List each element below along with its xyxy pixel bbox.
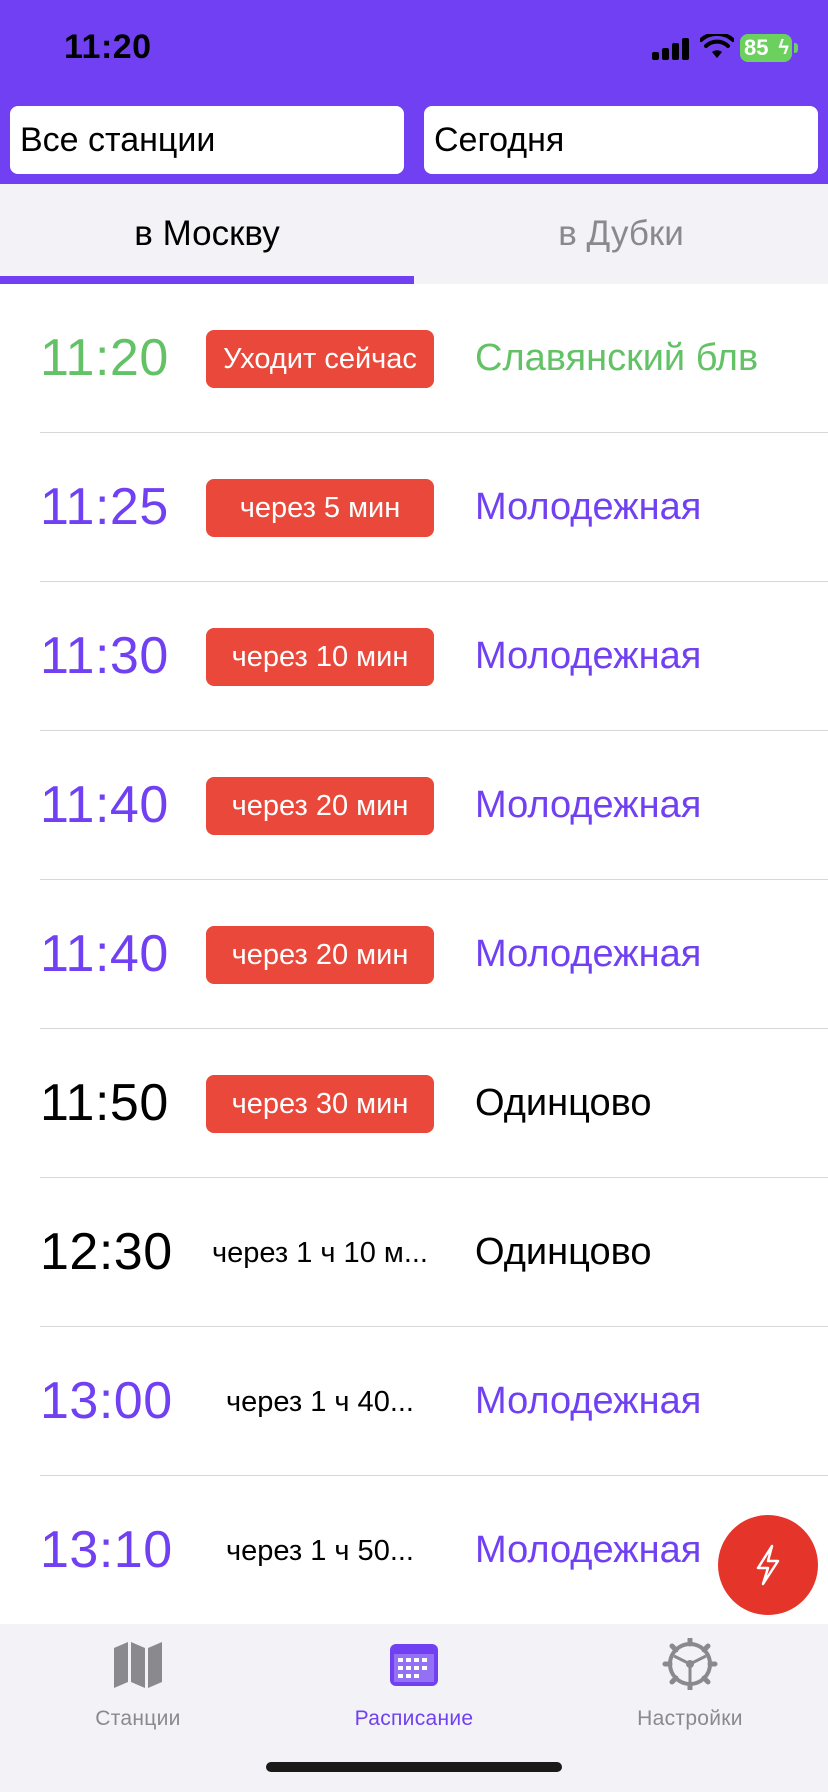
departure-time: 11:40	[40, 925, 169, 983]
header: 11:20 85 ϟ Все станции Сегодня	[0, 0, 828, 184]
departure-row[interactable]: 11:20 Уходит сейчас Славянский блв	[0, 284, 828, 433]
status-bar-time: 11:20	[64, 28, 152, 66]
departure-countdown-badge: через 20 мин	[206, 926, 434, 984]
home-indicator[interactable]	[266, 1762, 562, 1772]
departure-countdown-badge: через 1 ч 40...	[226, 1386, 414, 1418]
departure-row[interactable]: 11:40 через 20 мин Молодежная	[0, 880, 828, 1029]
tab-bar-settings[interactable]: Настройки	[552, 1636, 828, 1731]
tab-to-moscow[interactable]: в Москву	[0, 184, 414, 284]
departure-countdown-badge: через 10 мин	[206, 628, 434, 686]
departure-countdown-badge: через 20 мин	[206, 777, 434, 835]
battery-icon: 85 ϟ	[740, 34, 798, 62]
wifi-icon	[700, 34, 734, 58]
departure-destination: Молодежная	[475, 486, 702, 528]
departure-countdown-badge: Уходит сейчас	[206, 330, 434, 388]
tab-bar-schedule-label: Расписание	[354, 1707, 474, 1730]
departure-row[interactable]: 12:30 через 1 ч 10 м... Одинцово	[0, 1178, 828, 1327]
departure-destination: Одинцово	[475, 1231, 652, 1273]
departure-time: 11:20	[40, 329, 169, 387]
quick-action-button[interactable]	[718, 1515, 818, 1615]
departure-row[interactable]: 13:10 через 1 ч 50... Молодежная	[0, 1476, 828, 1624]
departure-row[interactable]: 11:30 через 10 мин Молодежная	[0, 582, 828, 731]
departure-countdown-badge: через 1 ч 50...	[226, 1535, 414, 1567]
departure-destination: Молодежная	[475, 933, 702, 975]
schedule-screen: 11:20 85 ϟ Все станции Сегодня в Москву в…	[0, 0, 828, 1792]
departure-row[interactable]: 11:40 через 20 мин Молодежная	[0, 731, 828, 880]
departure-countdown-badge: через 1 ч 10 м...	[212, 1237, 428, 1269]
bolt-icon	[756, 1544, 780, 1586]
departure-row[interactable]: 11:50 через 30 мин Одинцово	[0, 1029, 828, 1178]
departure-countdown-badge: через 30 мин	[206, 1075, 434, 1133]
departure-destination: Одинцово	[475, 1082, 652, 1124]
calendar-icon	[390, 1644, 438, 1686]
departure-time: 13:10	[40, 1521, 173, 1579]
departure-time: 11:25	[40, 478, 169, 536]
map-icon	[114, 1642, 162, 1688]
departure-time: 11:50	[40, 1074, 169, 1132]
departure-time: 13:00	[40, 1372, 173, 1430]
battery-level: 85	[744, 35, 769, 60]
tab-to-dubki[interactable]: в Дубки	[414, 184, 828, 284]
departures-list[interactable]: 11:20 Уходит сейчас Славянский блв 11:25 чер…	[0, 284, 828, 1624]
departure-time: 11:30	[40, 627, 169, 685]
departure-time: 12:30	[40, 1223, 173, 1281]
departure-destination: Молодежная	[475, 1380, 702, 1422]
date-selector[interactable]: Сегодня	[424, 106, 818, 174]
departure-row[interactable]: 13:00 через 1 ч 40... Молодежная	[0, 1327, 828, 1476]
tab-bar-schedule[interactable]: Расписание	[276, 1638, 552, 1731]
departure-countdown-badge: через 5 мин	[206, 479, 434, 537]
tab-bar-stations-label: Станции	[95, 1707, 181, 1730]
station-selector[interactable]: Все станции	[10, 106, 404, 174]
gear-icon	[662, 1636, 718, 1692]
tab-bar-settings-label: Настройки	[637, 1707, 743, 1730]
tab-bar-stations[interactable]: Станции	[0, 1638, 276, 1731]
departure-row[interactable]: 11:25 через 5 мин Молодежная	[0, 433, 828, 582]
charging-bolt-icon: ϟ	[778, 37, 789, 59]
departure-destination: Молодежная	[475, 1529, 702, 1571]
direction-tabs: в Москву в Дубки	[0, 184, 828, 284]
departure-destination: Молодежная	[475, 635, 702, 677]
departure-time: 11:40	[40, 776, 169, 834]
departure-destination: Славянский блв	[475, 337, 759, 379]
active-tab-indicator	[0, 276, 414, 284]
departure-destination: Молодежная	[475, 784, 702, 826]
cellular-signal-icon	[652, 36, 692, 60]
